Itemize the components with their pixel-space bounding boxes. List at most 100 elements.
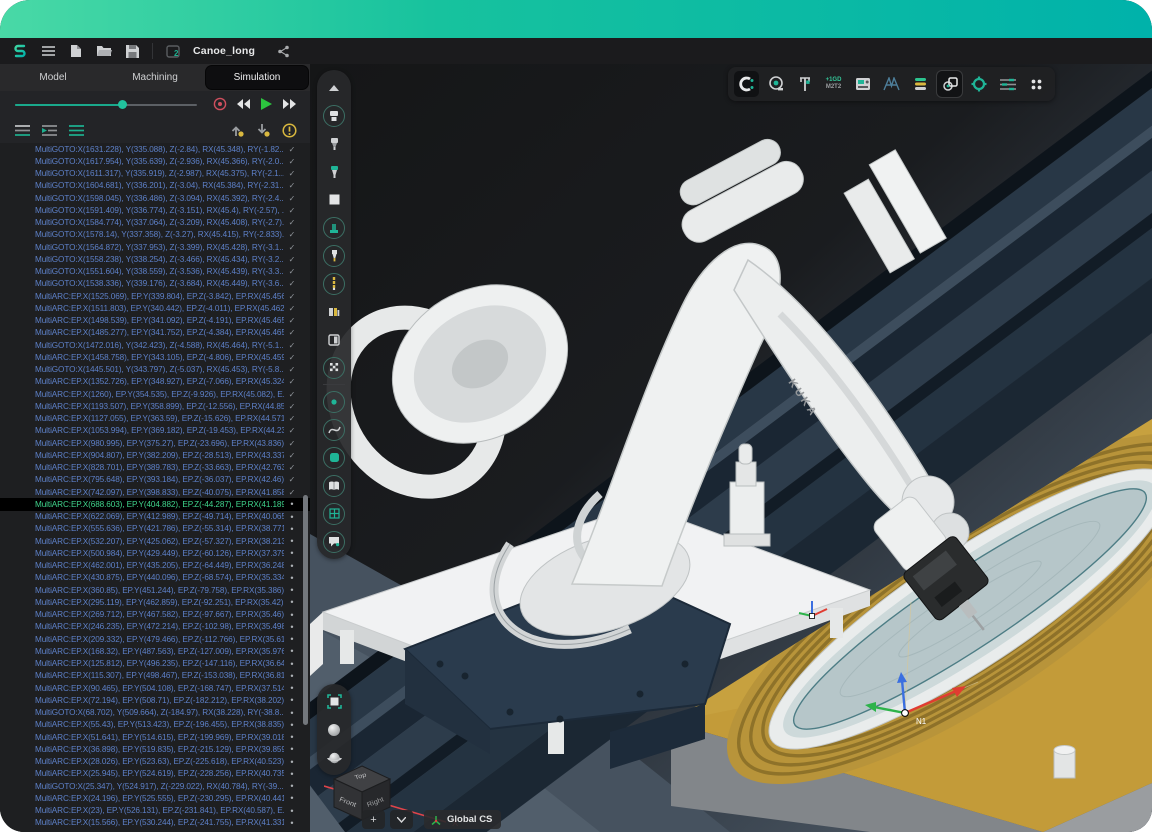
gcode-row[interactable]: MultiARC:EP.X(622.069), EP.Y(412.989), E… bbox=[0, 511, 310, 523]
tool-preset-label[interactable]: +1GD M2T2 bbox=[821, 71, 846, 97]
document-tab-icon[interactable]: 2 bbox=[161, 41, 185, 61]
gcode-row[interactable]: MultiARC:EP.X(360.85), EP.Y(451.244), EP… bbox=[0, 584, 310, 596]
gcode-row[interactable]: MultiARC:EP.X(1260), EP.Y(354.535), EP.Z… bbox=[0, 388, 310, 400]
3d-viewport[interactable]: KUKA bbox=[310, 64, 1152, 832]
compact-list-icon[interactable] bbox=[67, 122, 85, 138]
follow-current-line-icon[interactable] bbox=[40, 122, 58, 138]
wireframe-icon[interactable] bbox=[879, 71, 904, 97]
gcode-row[interactable]: MultiARC:EP.X(209.332), EP.Y(479.466), E… bbox=[0, 633, 310, 645]
document-title[interactable]: Canoe_long bbox=[193, 45, 255, 57]
gcode-row[interactable]: MultiARC:EP.X(125.812), EP.Y(496.235), E… bbox=[0, 658, 310, 670]
gcode-row[interactable]: MultiGOTO:X(1578.14), Y(337.358), Z(-3.2… bbox=[0, 229, 310, 241]
gcode-row[interactable]: MultiARC:EP.X(1193.507), EP.Y(358.899), … bbox=[0, 400, 310, 412]
gcode-row[interactable]: MultiARC:EP.X(72.194), EP.Y(508.71), EP.… bbox=[0, 694, 310, 706]
jump-previous-issue-icon[interactable] bbox=[228, 122, 246, 138]
slider-handle[interactable] bbox=[118, 100, 127, 109]
fit-view-icon[interactable] bbox=[322, 690, 346, 713]
fixture-icon[interactable] bbox=[322, 300, 346, 323]
gcode-row[interactable]: MultiGOTO:X(1564.872), Y(337.953), Z(-3.… bbox=[0, 241, 310, 253]
surface-icon[interactable] bbox=[322, 446, 346, 469]
workpiece-frame-icon[interactable] bbox=[937, 71, 962, 97]
spindle-icon[interactable] bbox=[322, 132, 346, 155]
simulation-progress-slider[interactable] bbox=[15, 99, 197, 109]
gcode-row[interactable]: MultiARC:EP.X(1498.539), EP.Y(341.092), … bbox=[0, 315, 310, 327]
gcode-row[interactable]: MultiARC:EP.X(904.807), EP.Y(382.209), E… bbox=[0, 449, 310, 461]
gcode-row[interactable]: MultiGOTO:X(1558.238), Y(338.254), Z(-3.… bbox=[0, 253, 310, 265]
gcode-row[interactable]: MultiARC:EP.X(462.001), EP.Y(435.205), E… bbox=[0, 560, 310, 572]
gcode-row[interactable]: MultiARC:EP.X(1458.758), EP.Y(343.105), … bbox=[0, 351, 310, 363]
gcode-row[interactable]: MultiARC:EP.X(23), EP.Y(526.131), EP.Z(-… bbox=[0, 805, 310, 817]
gcode-row[interactable]: MultiGOTO:X(1617.954), Y(335.639), Z(-2.… bbox=[0, 155, 310, 167]
curve-icon[interactable] bbox=[322, 418, 346, 441]
gcode-row[interactable]: MultiARC:EP.X(1525.069), EP.Y(339.804), … bbox=[0, 290, 310, 302]
gcode-row[interactable]: MultiARC:EP.X(500.984), EP.Y(429.449), E… bbox=[0, 547, 310, 559]
gcode-row[interactable]: MultiARC:EP.X(295.119), EP.Y(462.859), E… bbox=[0, 596, 310, 608]
grid-dots-icon[interactable] bbox=[1024, 71, 1049, 97]
collapse-up-icon[interactable] bbox=[322, 76, 346, 99]
settings-sliders-icon[interactable] bbox=[995, 71, 1020, 97]
pattern-icon[interactable] bbox=[322, 356, 346, 379]
gcode-row[interactable]: MultiGOTO:X(68.702), Y(509.664), Z(-184.… bbox=[0, 707, 310, 719]
gcode-row[interactable]: MultiARC:EP.X(51.641), EP.Y(514.615), EP… bbox=[0, 731, 310, 743]
gcode-row[interactable]: MultiARC:EP.X(25.945), EP.Y(524.619), EP… bbox=[0, 768, 310, 780]
gcode-row[interactable]: MultiARC:EP.X(28.026), EP.Y(523.63), EP.… bbox=[0, 756, 310, 768]
gcode-row[interactable]: MultiGOTO:X(25.347), Y(524.917), Z(-229.… bbox=[0, 780, 310, 792]
gcode-row[interactable]: MultiGOTO:X(1604.681), Y(336.201), Z(-3.… bbox=[0, 180, 310, 192]
robot-visibility-icon[interactable] bbox=[322, 104, 346, 127]
gcode-row[interactable]: MultiGOTO:X(1472.016), Y(342.423), Z(-4.… bbox=[0, 339, 310, 351]
probe-icon[interactable] bbox=[322, 272, 346, 295]
gcode-row[interactable]: MultiGOTO:X(1611.317), Y(335.919), Z(-2.… bbox=[0, 168, 310, 180]
gcode-row[interactable]: MultiARC:EP.X(532.207), EP.Y(425.062), E… bbox=[0, 535, 310, 547]
gcode-row[interactable]: MultiGOTO:X(1538.336), Y(339.176), Z(-3.… bbox=[0, 278, 310, 290]
gcode-row[interactable]: MultiARC:EP.X(115.307), EP.Y(498.467), E… bbox=[0, 670, 310, 682]
gcode-row[interactable]: MultiARC:EP.X(1485.277), EP.Y(341.752), … bbox=[0, 327, 310, 339]
machine-icon[interactable] bbox=[734, 71, 759, 97]
gcode-row[interactable]: MultiGOTO:X(1551.604), Y(338.559), Z(-3.… bbox=[0, 266, 310, 278]
gcode-row[interactable]: MultiARC:EP.X(168.32), EP.Y(487.563), EP… bbox=[0, 645, 310, 657]
rewind-icon[interactable] bbox=[234, 95, 252, 113]
add-cs-button[interactable]: + bbox=[362, 810, 385, 829]
gcode-row[interactable]: MultiARC:EP.X(90.465), EP.Y(504.108), EP… bbox=[0, 682, 310, 694]
stop-record-icon[interactable] bbox=[211, 95, 229, 113]
gcode-row[interactable]: MultiGOTO:X(1598.045), Y(336.486), Z(-3.… bbox=[0, 192, 310, 204]
warnings-icon[interactable] bbox=[280, 122, 298, 138]
cs-dropdown-button[interactable] bbox=[390, 810, 413, 829]
gcode-row[interactable]: MultiARC:EP.X(36.898), EP.Y(519.835), EP… bbox=[0, 743, 310, 755]
table-grid-icon[interactable] bbox=[322, 502, 346, 525]
save-icon[interactable] bbox=[120, 41, 144, 61]
gcode-row[interactable]: MultiARC:EP.X(742.097), EP.Y(398.833), E… bbox=[0, 486, 310, 498]
point-icon[interactable] bbox=[322, 390, 346, 413]
gcode-row[interactable]: MultiARC:EP.X(1053.994), EP.Y(369.182), … bbox=[0, 425, 310, 437]
app-logo[interactable] bbox=[8, 41, 32, 61]
layers-icon[interactable] bbox=[908, 71, 933, 97]
caliper-icon[interactable] bbox=[792, 71, 817, 97]
gcode-row[interactable]: MultiARC:EP.X(24.196), EP.Y(525.555), EP… bbox=[0, 792, 310, 804]
target-icon[interactable] bbox=[966, 71, 991, 97]
gcode-row[interactable]: MultiGOTO:X(1591.409), Y(336.774), Z(-3.… bbox=[0, 204, 310, 216]
open-file-icon[interactable] bbox=[92, 41, 116, 61]
gcode-row[interactable]: MultiARC:EP.X(15.566), EP.Y(530.244), EP… bbox=[0, 817, 310, 829]
scrollbar-thumb[interactable] bbox=[303, 495, 308, 725]
tab-simulation[interactable]: Simulation bbox=[206, 66, 308, 89]
gcode-row[interactable]: MultiARC:EP.X(688.603), EP.Y(404.882), E… bbox=[0, 498, 310, 510]
gcode-program-list[interactable]: MultiGOTO:X(1631.228), Y(335.088), Z(-2.… bbox=[0, 143, 310, 832]
tab-machining[interactable]: Machining bbox=[104, 66, 206, 89]
gcode-row[interactable]: MultiARC:EP.X(1127.055), EP.Y(363.59), E… bbox=[0, 413, 310, 425]
controller-icon[interactable] bbox=[850, 71, 875, 97]
gcode-row[interactable]: MultiARC:EP.X(828.701), EP.Y(389.783), E… bbox=[0, 462, 310, 474]
sphere-view-icon[interactable] bbox=[322, 718, 346, 741]
comment-icon[interactable] bbox=[322, 530, 346, 553]
gcode-row[interactable]: MultiGOTO:X(1584.774), Y(337.064), Z(-3.… bbox=[0, 217, 310, 229]
gcode-row[interactable]: MultiARC:EP.X(55.43), EP.Y(513.423), EP.… bbox=[0, 719, 310, 731]
new-file-icon[interactable] bbox=[64, 41, 88, 61]
gcode-row[interactable]: MultiARC:EP.X(430.875), EP.Y(440.096), E… bbox=[0, 572, 310, 584]
positioner-icon[interactable] bbox=[763, 71, 788, 97]
stock-icon[interactable] bbox=[322, 188, 346, 211]
play-icon[interactable] bbox=[257, 95, 275, 113]
gcode-row[interactable]: MultiARC:EP.X(555.636), EP.Y(421.786), E… bbox=[0, 523, 310, 535]
share-icon[interactable] bbox=[271, 41, 295, 61]
align-list-icon[interactable] bbox=[13, 122, 31, 138]
fast-forward-icon[interactable] bbox=[280, 95, 298, 113]
program-list-scrollbar[interactable] bbox=[303, 143, 308, 832]
jump-next-issue-icon[interactable] bbox=[254, 122, 272, 138]
